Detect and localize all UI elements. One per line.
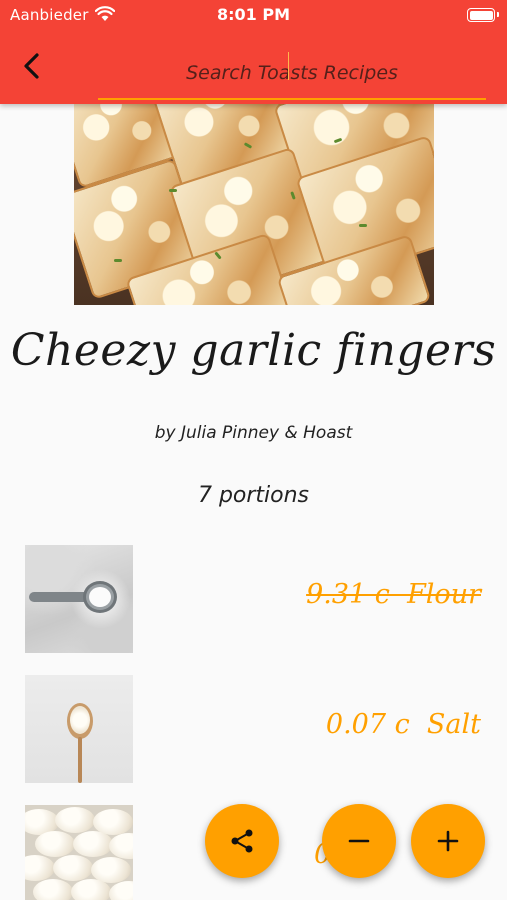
search-underline	[98, 98, 486, 100]
flour-image	[25, 545, 133, 653]
recipe-author: by Julia Pinney & Hoast	[154, 423, 353, 443]
back-arrow-icon[interactable]	[16, 50, 48, 82]
plus-icon	[437, 830, 459, 852]
text-cursor	[288, 52, 289, 80]
ingredient-label: 0.07 c Salt	[325, 709, 481, 740]
increase-portions-button[interactable]	[411, 804, 485, 878]
minus-icon	[348, 839, 370, 843]
dough-image	[25, 805, 133, 900]
battery-icon	[467, 8, 499, 22]
search-field[interactable]	[98, 44, 486, 102]
search-input[interactable]	[98, 44, 486, 98]
share-icon	[231, 829, 253, 853]
ingredient-label: 9.31 c Flour	[306, 579, 481, 610]
share-button[interactable]	[205, 804, 279, 878]
decrease-portions-button[interactable]	[322, 804, 396, 878]
app-bar: Aanbieder 8:01 PM	[0, 0, 507, 104]
ingredient-row-salt[interactable]: 0.07 c Salt	[0, 675, 507, 783]
portions-label: 7 portions	[197, 483, 310, 508]
recipe-image	[74, 104, 434, 305]
salt-image	[25, 675, 133, 783]
ingredient-row-flour[interactable]: 9.31 c Flour	[0, 545, 507, 653]
status-bar: Aanbieder 8:01 PM	[0, 0, 507, 30]
clock: 8:01 PM	[216, 5, 290, 24]
recipe-title: Cheezy garlic fingers	[10, 325, 497, 376]
